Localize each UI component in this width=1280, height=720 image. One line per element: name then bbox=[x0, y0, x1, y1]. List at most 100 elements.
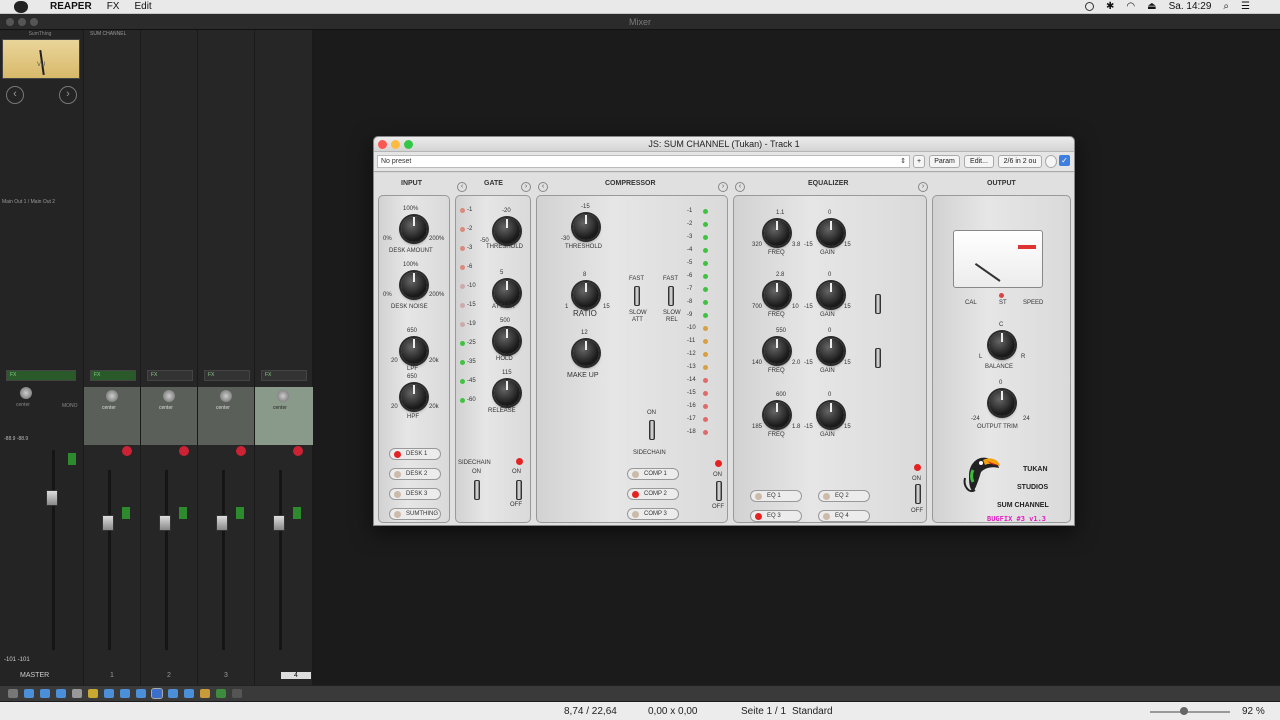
bypass-icon[interactable] bbox=[1045, 155, 1057, 168]
eject-icon[interactable]: ⏏ bbox=[1147, 1, 1156, 12]
gate-hold-knob[interactable] bbox=[494, 328, 520, 354]
comp1-button[interactable]: COMP 1 bbox=[627, 468, 679, 480]
gate-release-knob[interactable] bbox=[494, 380, 520, 406]
sumthing-button[interactable]: SUMTHING bbox=[389, 508, 441, 520]
close-icon[interactable] bbox=[378, 140, 387, 149]
preset-select[interactable]: No preset ⇕ bbox=[377, 155, 910, 168]
gate-attack-knob[interactable] bbox=[494, 280, 520, 306]
polygon-icon[interactable] bbox=[104, 689, 114, 698]
comp-ratio-knob[interactable] bbox=[573, 282, 599, 308]
track1-fader[interactable] bbox=[102, 515, 114, 531]
track1-fx-name[interactable]: SUM CHANNEL bbox=[90, 31, 126, 37]
callout-icon[interactable] bbox=[168, 689, 178, 698]
chevron-right-icon[interactable]: › bbox=[59, 86, 77, 104]
track3-fader[interactable] bbox=[216, 515, 228, 531]
desk-amount-knob[interactable] bbox=[401, 216, 427, 242]
eq-collapse-left-icon[interactable]: ‹ bbox=[735, 182, 745, 192]
minimize-icon[interactable] bbox=[391, 140, 400, 149]
mono-label[interactable]: MONO bbox=[62, 403, 78, 409]
comp-release-switch[interactable] bbox=[668, 286, 674, 306]
master-route-button[interactable] bbox=[68, 453, 76, 465]
strip-label-4[interactable]: 4 bbox=[281, 672, 311, 679]
zoom-slider-handle[interactable] bbox=[1180, 707, 1188, 715]
eq-band3-shape-switch[interactable] bbox=[875, 348, 881, 368]
track2-fx-button[interactable]: FX bbox=[147, 370, 193, 381]
track4-pan-knob[interactable] bbox=[277, 390, 289, 402]
pointer-icon[interactable] bbox=[8, 689, 18, 698]
track4-fader[interactable] bbox=[273, 515, 285, 531]
eq-band3-freq-knob[interactable] bbox=[764, 338, 790, 364]
master-vu-meter[interactable]: VU bbox=[2, 39, 80, 79]
comp2-button[interactable]: COMP 2 bbox=[627, 488, 679, 500]
desk1-button[interactable]: DESK 1 bbox=[389, 448, 441, 460]
output-trim-knob[interactable] bbox=[989, 390, 1015, 416]
comp-attack-switch[interactable] bbox=[634, 286, 640, 306]
strip-label-1[interactable]: 1 bbox=[110, 672, 114, 679]
shape-icon[interactable] bbox=[120, 689, 130, 698]
comp-collapse-left-icon[interactable]: ‹ bbox=[538, 182, 548, 192]
ellipse-icon[interactable] bbox=[56, 689, 66, 698]
routing-label[interactable]: Main Out 1 / Main Out 2 bbox=[2, 199, 55, 205]
eq-band2-gain-knob[interactable] bbox=[818, 282, 844, 308]
comp-sidechain-toggle[interactable] bbox=[649, 420, 655, 440]
minimize-icon[interactable] bbox=[18, 18, 26, 26]
eq-expand-right-icon[interactable]: › bbox=[918, 182, 928, 192]
zoom-slider[interactable] bbox=[1150, 711, 1230, 713]
zoom-icon[interactable] bbox=[30, 18, 38, 26]
close-icon[interactable] bbox=[6, 18, 14, 26]
menu-app-name[interactable]: REAPER bbox=[50, 1, 92, 12]
balance-knob[interactable] bbox=[989, 332, 1015, 358]
track4-record-arm[interactable] bbox=[293, 446, 303, 456]
add-preset-button[interactable]: + bbox=[913, 155, 925, 168]
chart-icon[interactable] bbox=[216, 689, 226, 698]
track1-route-button[interactable] bbox=[122, 507, 130, 519]
comp-makeup-knob[interactable] bbox=[573, 340, 599, 366]
master-fx-button[interactable]: FX bbox=[6, 370, 76, 381]
line-icon[interactable] bbox=[24, 689, 34, 698]
track1-fx-button[interactable]: FX bbox=[90, 370, 136, 381]
rectangle-icon[interactable] bbox=[40, 689, 50, 698]
edit-button[interactable]: Edit... bbox=[964, 155, 994, 168]
eq-onoff-toggle[interactable] bbox=[915, 484, 921, 504]
image-icon[interactable] bbox=[200, 689, 210, 698]
track1-record-arm[interactable] bbox=[122, 446, 132, 456]
comp3-button[interactable]: COMP 3 bbox=[627, 508, 679, 520]
comp-threshold-knob[interactable] bbox=[573, 214, 599, 240]
track2-record-arm[interactable] bbox=[179, 446, 189, 456]
text-icon[interactable] bbox=[72, 689, 82, 698]
comp-expand-right-icon[interactable]: › bbox=[718, 182, 728, 192]
wifi-icon[interactable]: ◠ bbox=[1126, 1, 1135, 12]
eq1-button[interactable]: EQ 1 bbox=[750, 490, 802, 502]
eq-band2-shape-switch[interactable] bbox=[875, 294, 881, 314]
lpf-knob[interactable] bbox=[401, 338, 427, 364]
gate-collapse-left-icon[interactable]: ‹ bbox=[457, 182, 467, 192]
master-fader[interactable] bbox=[46, 490, 58, 506]
param-button[interactable]: Param bbox=[929, 155, 960, 168]
track2-pan-knob[interactable] bbox=[163, 390, 175, 402]
track2-route-button[interactable] bbox=[179, 507, 187, 519]
menu-list-icon[interactable]: ☰ bbox=[1241, 1, 1250, 12]
strip-label-3[interactable]: 3 bbox=[224, 672, 228, 679]
pen-icon[interactable] bbox=[88, 689, 98, 698]
eq-band1-gain-knob[interactable] bbox=[818, 220, 844, 246]
strip-label-master[interactable]: MASTER bbox=[20, 672, 49, 679]
comp-onoff-toggle[interactable] bbox=[716, 481, 722, 501]
gate-expand-right-icon[interactable]: › bbox=[521, 182, 531, 192]
zoom-icon[interactable] bbox=[404, 140, 413, 149]
track3-record-arm[interactable] bbox=[236, 446, 246, 456]
track2-fader[interactable] bbox=[159, 515, 171, 531]
track4-route-button[interactable] bbox=[293, 507, 301, 519]
gate-threshold-knob[interactable] bbox=[494, 218, 520, 244]
eq2-button[interactable]: EQ 2 bbox=[818, 490, 870, 502]
eq-band1-freq-knob[interactable] bbox=[764, 220, 790, 246]
eq-band4-freq-knob[interactable] bbox=[764, 402, 790, 428]
enable-checkbox[interactable]: ✓ bbox=[1059, 155, 1070, 166]
search-icon[interactable]: ⌕ bbox=[1223, 1, 1229, 12]
desk2-button[interactable]: DESK 2 bbox=[389, 468, 441, 480]
layout-icon[interactable] bbox=[151, 688, 163, 699]
bluetooth-icon[interactable]: ✱ bbox=[1106, 1, 1114, 12]
gate-onoff-toggle[interactable] bbox=[516, 480, 522, 500]
track3-pan-knob[interactable] bbox=[220, 390, 232, 402]
track1-pan-knob[interactable] bbox=[106, 390, 118, 402]
eq-band4-gain-knob[interactable] bbox=[818, 402, 844, 428]
